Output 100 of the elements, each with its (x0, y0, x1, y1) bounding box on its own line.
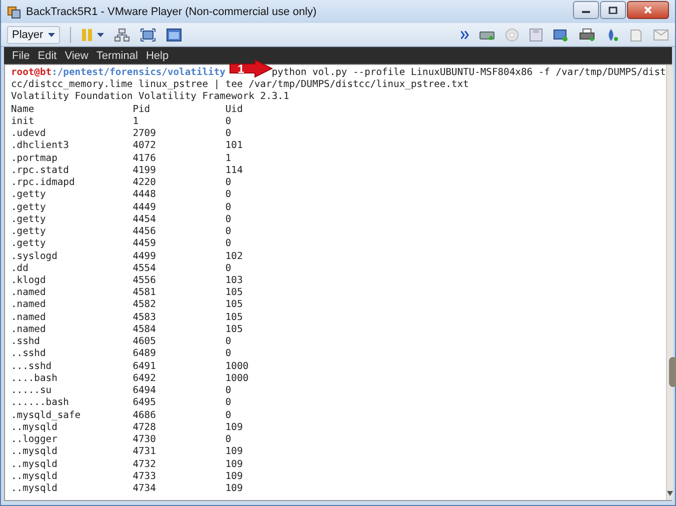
table-cell: 105 (225, 312, 243, 323)
step-number: 1 (236, 61, 246, 76)
table-cell: .rpc.idmapd (11, 177, 75, 188)
window-title: BackTrack5R1 - VMware Player (Non-commercial use only) (26, 6, 317, 18)
table-cell: 4584 (132, 324, 156, 335)
menu-item[interactable]: View (60, 50, 92, 62)
table-cell: 6492 (132, 372, 156, 384)
scrollbar[interactable] (666, 65, 673, 500)
table-cell: ..mysqld (11, 422, 58, 433)
minimize-button[interactable] (573, 0, 599, 18)
table-cell: .getty (11, 189, 46, 200)
column-header: Name (11, 104, 34, 115)
output-line: Volatility Foundation Volatility Framework 2.3.1 (11, 91, 290, 104)
scroll-down-icon[interactable] (666, 491, 673, 496)
caret-icon (48, 32, 56, 36)
window-icon[interactable] (166, 28, 182, 42)
app-icon (7, 4, 21, 18)
table-cell: 0 (225, 238, 232, 250)
table-cell: .rpc.statd (11, 164, 69, 176)
table-cell: .....su (11, 385, 52, 396)
table-cell: 4734 (132, 482, 156, 494)
network-icon[interactable] (114, 28, 130, 42)
table-cell: ..mysqld (11, 470, 58, 482)
menu-item[interactable]: File (8, 50, 34, 62)
caret-icon[interactable] (97, 32, 104, 36)
table-cell: 1 (225, 152, 232, 164)
table-cell: ....bash (11, 372, 58, 384)
table-cell: 4732 (132, 458, 156, 470)
printer-icon[interactable] (579, 28, 595, 42)
command-line: python vol.py --profile LinuxUBUNTU-MSF804x86 -f /var/tmp/DUMPS/dist (272, 67, 666, 80)
table-cell: .dhclient3 (11, 140, 69, 152)
table-cell: .getty (11, 226, 46, 238)
scrollbar-thumb[interactable] (668, 357, 676, 387)
table-cell: 0 (225, 434, 232, 446)
table-cell: ..mysqld (11, 446, 58, 458)
menu-item[interactable]: Terminal (92, 50, 142, 62)
table-cell: 4448 (132, 189, 156, 200)
table-cell: 6489 (132, 348, 156, 360)
table-cell: .klogd (11, 274, 46, 286)
maximize-button[interactable] (600, 0, 626, 18)
table-cell: 6494 (132, 385, 156, 396)
table-cell: 4454 (132, 214, 156, 225)
table-cell: 105 (225, 299, 243, 310)
menu-item[interactable]: Help (142, 50, 173, 62)
close-icon (643, 4, 653, 14)
table-cell: 0 (225, 410, 232, 421)
table-cell: 4499 (132, 250, 156, 262)
table-cell: .named (11, 324, 46, 335)
fullscreen-icon[interactable] (140, 28, 156, 42)
table-cell: 101 (225, 140, 243, 152)
table-cell: 6495 (132, 397, 156, 408)
table-cell: .dd (11, 262, 28, 274)
arrow-drawing (229, 59, 273, 78)
table-cell: 0 (225, 348, 232, 360)
table-cell: 1 (132, 116, 138, 127)
table-cell: 0 (225, 189, 232, 200)
table-cell: .getty (11, 214, 46, 225)
table-cell: 105 (225, 324, 243, 335)
table-cell: 0 (225, 336, 232, 348)
table-cell: 4686 (132, 410, 156, 421)
table-cell: 0 (225, 397, 232, 408)
maximize-icon (608, 6, 618, 14)
table-cell: 102 (225, 250, 243, 262)
table-cell: .getty (11, 202, 46, 213)
table-cell: 114 (225, 164, 243, 176)
hard-drive-icon[interactable] (479, 28, 495, 40)
table-cell: 4581 (132, 287, 156, 298)
table-cell: 4583 (132, 312, 156, 323)
table-cell: 0 (225, 116, 232, 127)
table-cell: 4582 (132, 299, 156, 310)
table-cell: 1000 (225, 372, 249, 384)
table-cell: .named (11, 312, 46, 323)
table-cell: 4199 (132, 164, 156, 176)
table-cell: 4556 (132, 274, 156, 286)
table-cell: 0 (225, 202, 232, 213)
table-cell: 4456 (132, 226, 156, 238)
table-cell: init (11, 116, 34, 127)
table-cell: 4459 (132, 238, 156, 250)
player-menu-button[interactable]: Player (7, 26, 60, 44)
menu-item[interactable]: Edit (34, 50, 61, 62)
table-cell: ..logger (11, 434, 58, 446)
double-chevron-icon[interactable] (461, 30, 469, 38)
table-cell: 0 (225, 262, 232, 274)
table-cell: 4731 (132, 446, 156, 458)
column-header: Pid (132, 104, 150, 115)
table-cell: 4072 (132, 140, 156, 152)
table-cell: .udevd (11, 128, 46, 140)
table-cell: .mysqld_safe (11, 410, 81, 421)
table-cell: .getty (11, 238, 46, 250)
table-cell: .syslogd (11, 250, 58, 262)
close-button[interactable] (627, 0, 669, 18)
table-cell: 4728 (132, 422, 156, 433)
table-cell: .named (11, 287, 46, 298)
table-cell: ..sshd (11, 348, 46, 360)
table-cell: 4730 (132, 434, 156, 446)
table-cell: .portmap (11, 152, 58, 164)
prompt-path: :/pentest/forensics/volatility (52, 67, 226, 80)
network-adapter-icon[interactable] (553, 28, 569, 42)
table-cell: ..mysqld (11, 482, 58, 494)
table-cell: 4605 (132, 336, 156, 348)
